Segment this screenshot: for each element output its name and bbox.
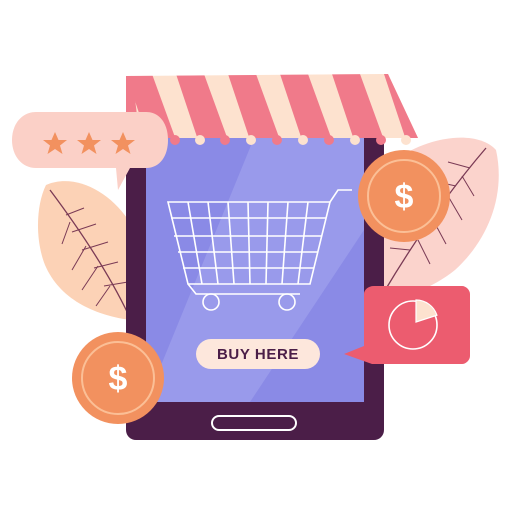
dollar-coin-icon: $ [358, 150, 450, 242]
shop-illustration: BUY HERE $ $ [12, 74, 499, 440]
buy-here-button[interactable]: BUY HERE [196, 339, 320, 369]
buy-here-label: BUY HERE [217, 346, 299, 363]
dollar-coin-icon: $ [72, 332, 164, 424]
coin-currency-symbol: $ [109, 360, 128, 398]
coin-currency-symbol: $ [395, 178, 414, 216]
